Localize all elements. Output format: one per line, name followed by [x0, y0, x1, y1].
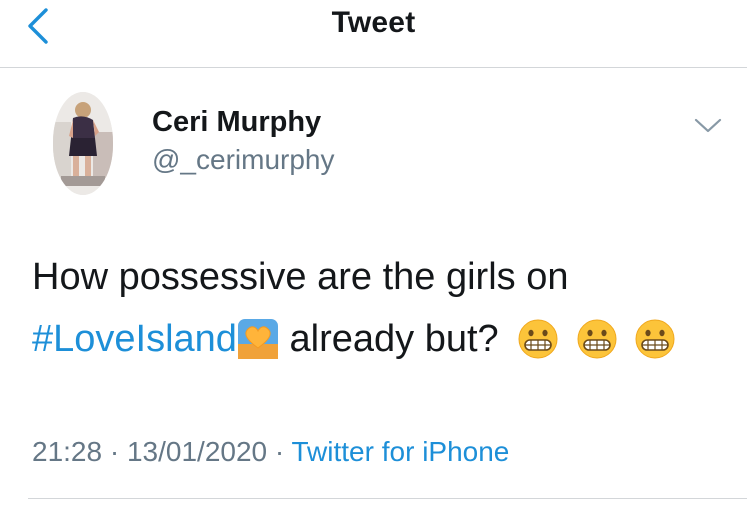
- avatar[interactable]: [53, 92, 113, 195]
- nav-bar: Tweet: [0, 0, 747, 68]
- tweet-detail-screen: Tweet Ceri Murphy @_cerimurphy How posse…: [0, 0, 747, 523]
- meta-separator: ·: [109, 436, 120, 467]
- tweet-text-line-2-rest: already but?: [289, 318, 499, 360]
- meta-separator: ·: [274, 436, 285, 467]
- avatar-photo: [53, 92, 113, 195]
- tweet-text-line-1: How possessive are the girls on: [32, 256, 569, 298]
- more-options-button[interactable]: [693, 115, 723, 137]
- hashtag-link[interactable]: #LoveIsland: [32, 318, 237, 360]
- page-title: Tweet: [331, 6, 416, 39]
- grimacing-face-emoji: [517, 317, 559, 379]
- display-name[interactable]: Ceri Murphy: [152, 106, 321, 139]
- username[interactable]: @_cerimurphy: [152, 144, 334, 176]
- grimacing-face-emoji: [576, 317, 618, 379]
- tweet-text-line-2: #LoveIsland already but?: [32, 308, 722, 379]
- heart-sunset-emoji: [237, 317, 279, 379]
- source-link[interactable]: Twitter for iPhone: [292, 436, 510, 467]
- tweet-meta: 21:28 · 13/01/2020 · Twitter for iPhone: [32, 436, 509, 468]
- chevron-down-icon: [694, 118, 722, 133]
- tweet-text: How possessive are the girls on #LoveIsl…: [32, 246, 722, 379]
- grimacing-face-emoji: [634, 317, 676, 379]
- tweet-date: 13/01/2020: [126, 436, 268, 467]
- divider: [28, 498, 747, 499]
- tweet-time: 21:28: [32, 436, 103, 467]
